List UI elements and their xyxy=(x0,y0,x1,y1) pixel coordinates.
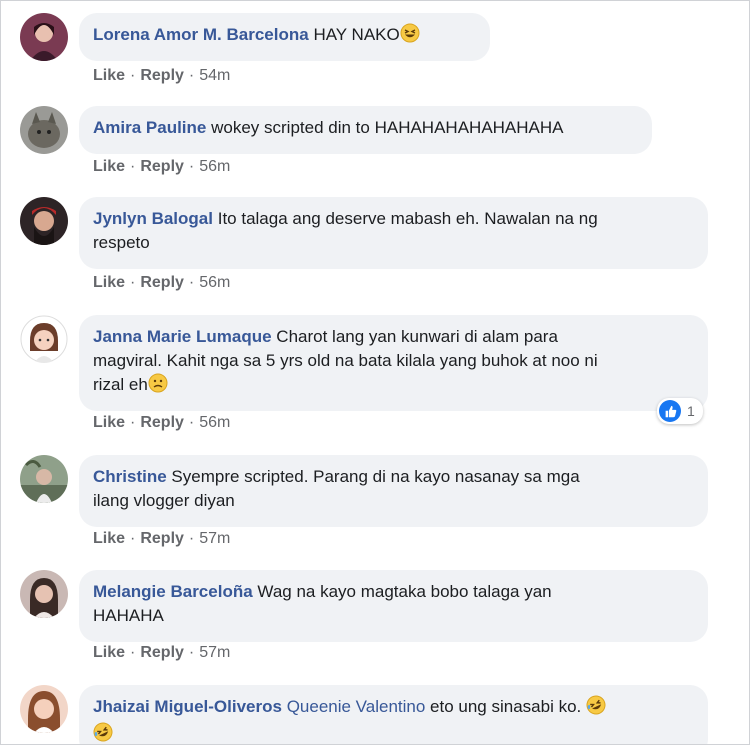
comment-bubble: Christine Syempre scripted. Parang di na… xyxy=(79,455,708,527)
mention-link[interactable]: Queenie Valentino xyxy=(287,697,426,716)
like-link[interactable]: Like xyxy=(93,67,125,84)
laugh-emoji-icon xyxy=(400,23,420,50)
comment-time[interactable]: 56m xyxy=(199,414,230,431)
comment-text: Ito talaga ang deserve mabash eh. Nawala… xyxy=(217,209,598,228)
comment-text: Charot lang yan kunwari di alam para xyxy=(276,327,558,346)
confused-emoji-icon xyxy=(148,373,168,400)
comment-time[interactable]: 54m xyxy=(199,67,230,84)
comment-time[interactable]: 57m xyxy=(199,530,230,547)
comment-actions: Like · Reply · 54m xyxy=(93,67,231,84)
comment-author[interactable]: Janna Marie Lumaque xyxy=(93,327,272,346)
comment-text: HAY NAKO xyxy=(313,25,400,44)
reaction-count: 1 xyxy=(687,403,695,419)
comment-author[interactable]: Lorena Amor M. Barcelona xyxy=(93,25,309,44)
comment-bubble: Melangie Barceloña Wag na kayo magtaka b… xyxy=(79,570,708,642)
avatar[interactable] xyxy=(20,315,68,363)
comment-text: wokey scripted din to HAHAHAHAHAHAHAHA xyxy=(211,118,564,137)
comment-actions: Like · Reply · 56m xyxy=(93,158,231,175)
avatar[interactable] xyxy=(20,197,68,245)
comment-actions: Like · Reply · 57m xyxy=(93,644,231,661)
reply-link[interactable]: Reply xyxy=(140,67,184,84)
reply-link[interactable]: Reply xyxy=(140,158,184,175)
comment-text: Wag na kayo magtaka bobo talaga yan xyxy=(257,582,552,601)
comment-author[interactable]: Christine xyxy=(93,467,167,486)
reaction-count-badge[interactable]: 1 xyxy=(657,398,703,424)
comment-author[interactable]: Melangie Barceloña xyxy=(93,582,253,601)
reply-link[interactable]: Reply xyxy=(140,274,184,291)
comment-text: Syempre scripted. Parang di na kayo nasa… xyxy=(171,467,580,486)
comment-actions: Like · Reply · 57m xyxy=(93,530,231,547)
comment-time[interactable]: 57m xyxy=(199,644,230,661)
comment-text: HAHAHA xyxy=(93,606,164,625)
comment-author[interactable]: Jhaizai Miguel-Oliveros xyxy=(93,697,282,716)
comment-bubble: Amira Pauline wokey scripted din to HAHA… xyxy=(79,106,652,154)
avatar[interactable] xyxy=(20,685,68,733)
comment-bubble: Lorena Amor M. Barcelona HAY NAKO xyxy=(79,13,490,61)
rofl-emoji-icon xyxy=(93,722,113,744)
avatar[interactable] xyxy=(20,106,68,154)
avatar[interactable] xyxy=(20,570,68,618)
like-link[interactable]: Like xyxy=(93,530,125,547)
reply-link[interactable]: Reply xyxy=(140,644,184,661)
comment-text: magviral. Kahit nga sa 5 yrs old na bata… xyxy=(93,351,598,370)
rofl-emoji-icon xyxy=(586,695,606,722)
reply-link[interactable]: Reply xyxy=(140,530,184,547)
comment-text: ilang vlogger diyan xyxy=(93,491,235,510)
comment-bubble: Jynlyn Balogal Ito talaga ang deserve ma… xyxy=(79,197,708,269)
avatar[interactable] xyxy=(20,455,68,503)
comment-author[interactable]: Amira Pauline xyxy=(93,118,206,137)
comment-bubble: Janna Marie Lumaque Charot lang yan kunw… xyxy=(79,315,708,411)
like-link[interactable]: Like xyxy=(93,158,125,175)
comment-bubble: Jhaizai Miguel-Oliveros Queenie Valentin… xyxy=(79,685,708,744)
comment-author[interactable]: Jynlyn Balogal xyxy=(93,209,213,228)
comment-time[interactable]: 56m xyxy=(199,274,230,291)
comment-text: rizal eh xyxy=(93,375,148,394)
comment-actions: Like · Reply · 56m xyxy=(93,274,231,291)
comment-actions: Like · Reply · 56m xyxy=(93,414,231,431)
comment-text: respeto xyxy=(93,233,150,252)
thumbs-up-icon xyxy=(659,400,681,422)
like-link[interactable]: Like xyxy=(93,414,125,431)
comment-time[interactable]: 56m xyxy=(199,158,230,175)
reply-link[interactable]: Reply xyxy=(140,414,184,431)
comments-panel: Lorena Amor M. Barcelona HAY NAKO Like · R… xyxy=(0,0,750,745)
avatar[interactable] xyxy=(20,13,68,61)
like-link[interactable]: Like xyxy=(93,644,125,661)
comment-text: eto ung sinasabi ko. xyxy=(430,697,582,716)
like-link[interactable]: Like xyxy=(93,274,125,291)
